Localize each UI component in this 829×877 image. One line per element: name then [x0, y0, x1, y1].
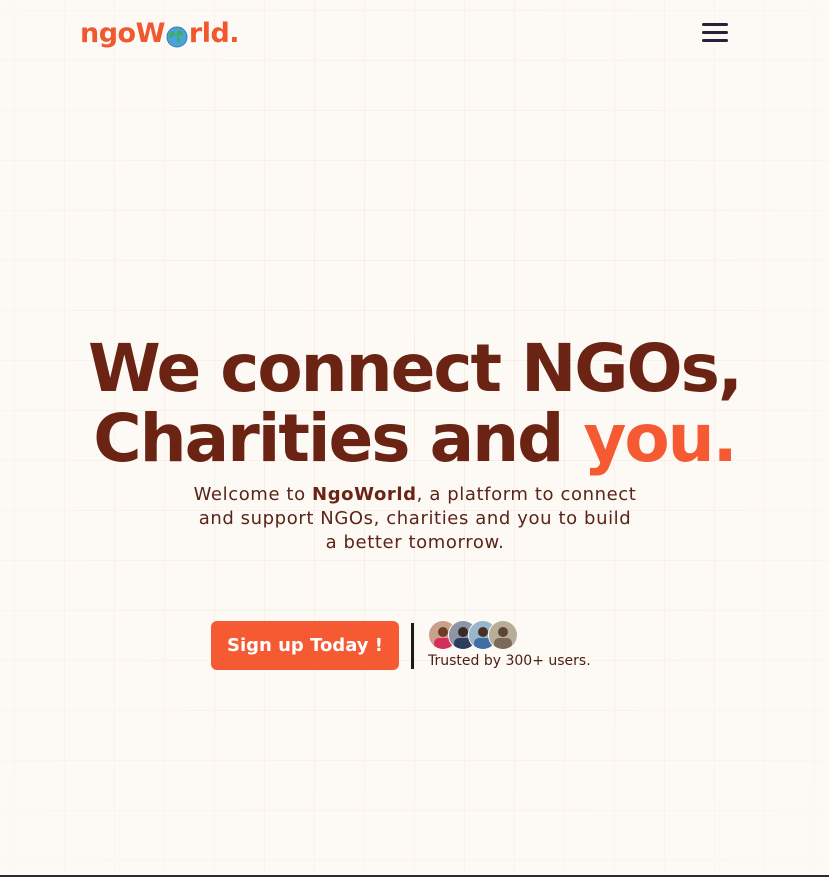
logo-text-prefix: ngo — [80, 18, 136, 49]
subtitle-brand: NgoWorld — [312, 484, 417, 505]
hero-heading-accent: you. — [583, 400, 737, 478]
globe-icon — [166, 23, 188, 48]
user-avatar-group — [428, 620, 528, 650]
hero-heading-line-2: Charities and you. — [0, 404, 829, 474]
hamburger-menu-icon[interactable] — [700, 22, 730, 44]
hero-heading: We connect NGOs, Charities and you. — [0, 334, 829, 474]
hero-heading-line-1: We connect NGOs, — [88, 330, 743, 408]
trusted-by-text: Trusted by 300+ users. — [428, 653, 591, 669]
logo-text-w: W — [135, 18, 166, 49]
cta-divider — [411, 623, 414, 669]
hero-subtitle: Welcome to NgoWorld, a platform to conne… — [190, 483, 640, 555]
site-logo[interactable]: ngo W rld. — [80, 17, 240, 51]
signup-button[interactable]: Sign up Today ! — [211, 621, 399, 670]
hero-heading-line-2-plain: Charities and — [93, 400, 584, 478]
logo-text-suffix: rld. — [188, 18, 240, 49]
site-header: ngo W rld. — [0, 0, 829, 70]
user-avatar-4 — [488, 620, 518, 650]
subtitle-intro: Welcome to — [193, 484, 313, 505]
